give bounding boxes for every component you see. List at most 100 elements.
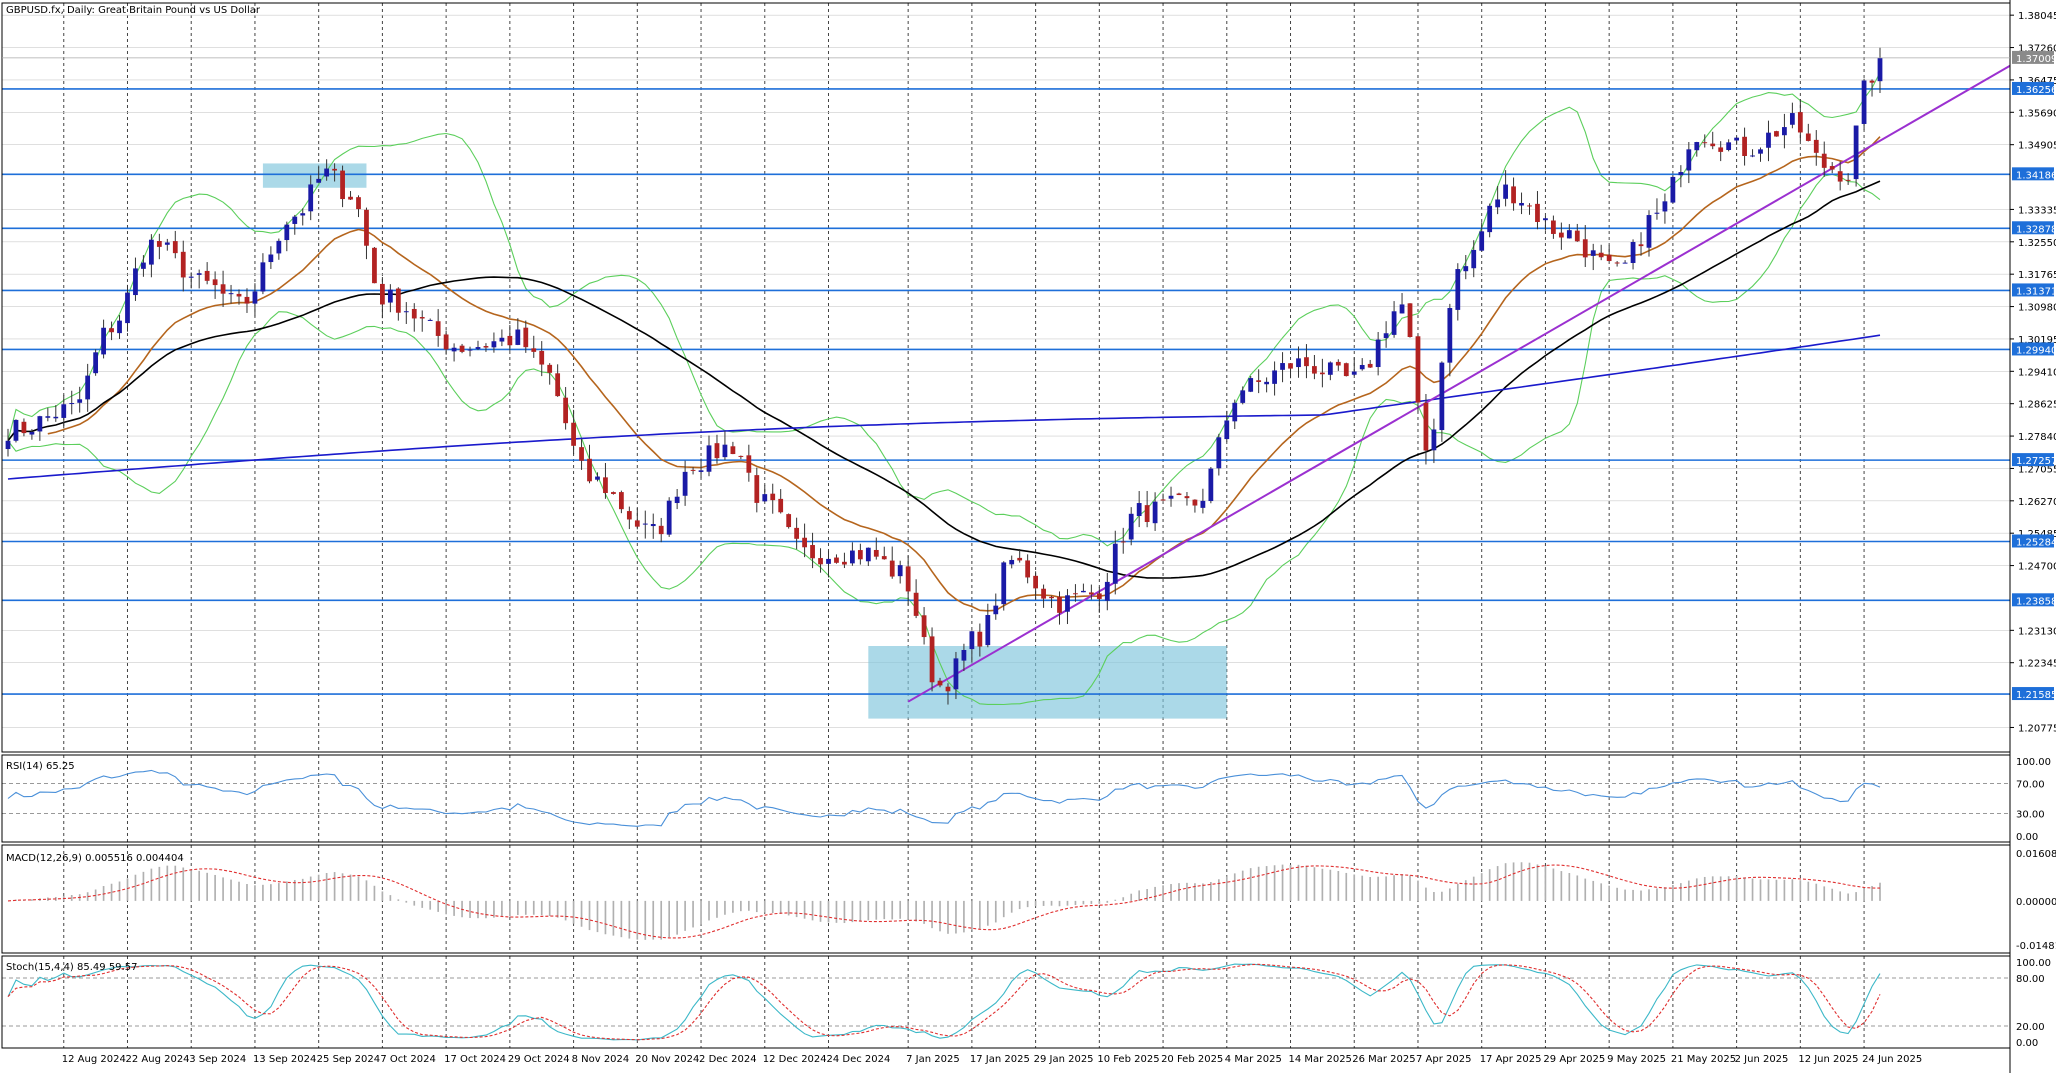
candle-body (475, 347, 481, 349)
candle (1726, 139, 1732, 152)
time-axis-label: 21 May 2025 (1671, 1054, 1736, 1065)
candle-body (1622, 262, 1628, 264)
candle (451, 343, 457, 362)
candle-body (1407, 303, 1413, 338)
candle (1606, 245, 1612, 262)
candle-body (794, 527, 800, 539)
level-price-tag-text: 1.32878 (2016, 224, 2056, 235)
candle-body (1208, 468, 1214, 502)
candle (1009, 555, 1015, 569)
ma-short-line (47, 136, 1881, 612)
candle (13, 419, 19, 443)
candle-body (395, 288, 401, 313)
candle (1829, 162, 1835, 174)
candle (252, 283, 258, 317)
price-axis-label: 1.32550 (2018, 238, 2056, 249)
candle-body (977, 631, 983, 647)
candle-body (682, 471, 688, 496)
candle (1407, 303, 1413, 338)
candle-body (826, 558, 831, 564)
time-axis-label: 25 Sep 2024 (317, 1054, 380, 1065)
candle-body (1535, 203, 1540, 223)
candle-body (1152, 501, 1158, 524)
candle (1590, 243, 1596, 271)
candle-body (571, 422, 576, 446)
candle-body (45, 416, 51, 418)
candle-body (196, 273, 202, 275)
macd-axis-label: 0.016085 (2016, 849, 2056, 860)
candle-body (1304, 357, 1309, 367)
candle (172, 230, 178, 259)
candle-body (1335, 361, 1341, 366)
candle (156, 233, 162, 260)
candle-body (308, 184, 314, 212)
candle (244, 288, 250, 313)
level-price-tag-text: 1.25284 (2016, 537, 2056, 548)
candle (37, 415, 43, 441)
candle-body (101, 327, 106, 355)
candle-body (1782, 127, 1787, 136)
candle-body (706, 445, 712, 472)
candle (459, 343, 465, 354)
candle (738, 455, 744, 460)
time-axis-label: 2 Dec 2024 (699, 1054, 757, 1065)
level-price-tag-text: 1.31371 (2016, 286, 2056, 297)
candle-body (133, 268, 138, 296)
time-axis-label: 12 Jun 2025 (1798, 1054, 1858, 1065)
candle (1359, 358, 1365, 371)
candle (547, 363, 553, 385)
time-axis-label: 4 Mar 2025 (1225, 1054, 1282, 1065)
candle (1686, 142, 1692, 184)
candle-body (770, 493, 776, 501)
candle-body (53, 416, 59, 419)
chart-canvas[interactable]: 100.00 70.00 30.00 0.00 0.016085 0.000000 -0.0… (0, 0, 2056, 1073)
candle (1471, 240, 1477, 278)
macd-title: MACD(12,26,9) 0.005516 0.004404 (6, 853, 184, 864)
candle-body (387, 289, 393, 303)
candle-body (945, 686, 951, 692)
candle-body (666, 500, 672, 535)
trendline[interactable] (907, 64, 2011, 703)
candle (642, 510, 648, 539)
candle (1319, 358, 1325, 388)
candle-body (13, 419, 19, 441)
candle-body (1527, 205, 1532, 207)
candle-body (818, 558, 823, 565)
candle-body (1041, 588, 1046, 599)
candle (1399, 293, 1405, 314)
rsi-axis-label: 70.00 (2016, 780, 2045, 791)
candle-body (1566, 230, 1572, 239)
candle-body (1025, 560, 1031, 578)
candle (188, 272, 194, 289)
candle-body (1057, 596, 1062, 613)
stoch-axis-label: 80.00 (2016, 974, 2045, 985)
candle-body (1343, 363, 1349, 377)
candle (1574, 223, 1580, 242)
candle (1041, 584, 1046, 608)
time-axis-label: 29 Oct 2024 (508, 1054, 570, 1065)
candle (1782, 113, 1787, 149)
candle (443, 330, 449, 355)
chart-window[interactable]: 100.00 70.00 30.00 0.00 0.016085 0.000000 -0.0… (0, 0, 2056, 1073)
candle-body (1375, 339, 1381, 368)
macd-axis-label: -0.014818 (2016, 941, 2056, 952)
candle-body (340, 170, 345, 200)
candle-body (1088, 592, 1094, 595)
candle (730, 441, 736, 455)
candle-body (37, 416, 43, 432)
candle (1383, 321, 1389, 348)
candle-body (1829, 166, 1835, 170)
stoch-axis-label: 0.00 (2016, 1038, 2038, 1049)
candle-body (443, 334, 449, 350)
candle-body (284, 224, 290, 241)
candle (69, 390, 75, 415)
candle-body (746, 455, 752, 473)
candle (857, 543, 863, 565)
candle (1766, 120, 1771, 162)
candle (563, 387, 569, 430)
candle (1144, 490, 1150, 528)
candle (778, 489, 784, 514)
zones (262, 163, 1227, 719)
candle (1877, 47, 1883, 94)
candle-body (1367, 363, 1373, 368)
